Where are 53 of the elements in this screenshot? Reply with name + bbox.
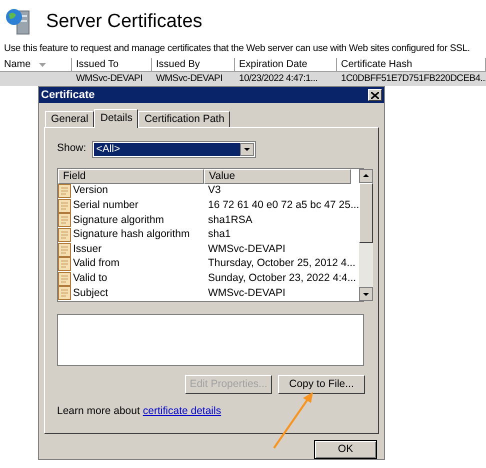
field-value: sha1 [207, 227, 231, 242]
field-value: Sunday, October 23, 2022 4:4... [207, 270, 356, 286]
certificate-field-icon [58, 228, 71, 242]
dialog-title: Certificate [41, 88, 95, 103]
field-value: V3 [207, 183, 221, 198]
annotation-arrow [272, 390, 316, 450]
scrollbar-thumb[interactable] [359, 183, 374, 243]
show-label: Show: [57, 141, 86, 156]
certificate-field-icon [58, 272, 71, 286]
field-name: Valid to [72, 270, 108, 286]
page-description: Use this feature to request and manage certificates that the Web server can use with Web sites configured for SSL. [3, 42, 470, 56]
field-name: Serial number [72, 198, 138, 214]
field-value: sha1RSA [207, 212, 252, 228]
ok-button[interactable]: OK [314, 440, 377, 459]
dialog-button[interactable]: Copy to File... [278, 375, 365, 394]
page-title: Server Certificates [46, 12, 202, 30]
field-value: Thursday, October 25, 2012 4... [207, 256, 356, 272]
tab[interactable]: General [45, 111, 94, 127]
column-header[interactable]: Expiration Date [235, 58, 337, 72]
close-button[interactable] [368, 89, 382, 101]
field-name: Issuer [72, 242, 102, 257]
field-name: Version [72, 183, 108, 198]
certificate-details-link[interactable]: certificate details [142, 404, 222, 420]
sort-arrow-icon [38, 62, 46, 66]
table-cell-text: 10/23/2022 4:47:1... [238, 72, 319, 86]
table-cell-text: WMSvc-DEVAPI [155, 72, 224, 86]
column-header[interactable]: Certificate Hash [337, 58, 486, 72]
show-dropdown[interactable]: <All> [92, 140, 256, 158]
table-cell-text: WMSvc-DEVAPI [75, 72, 144, 86]
certificate-field-icon [58, 286, 71, 300]
certificate-field-icon [58, 198, 71, 213]
field-name: Subject [72, 286, 108, 301]
column-header[interactable]: Issued By [152, 58, 235, 72]
column-header[interactable]: Name [0, 58, 72, 72]
column-header[interactable]: Field [58, 169, 204, 184]
tab[interactable]: Details [94, 109, 138, 128]
certificate-field-icon [58, 213, 71, 228]
column-header[interactable]: Value [204, 169, 351, 184]
value-text-box[interactable] [57, 314, 364, 366]
field-name: Signature hash algorithm [72, 227, 190, 242]
certificate-field-icon [58, 242, 71, 257]
tab[interactable]: Certification Path [138, 111, 230, 127]
certificate-field-icon [58, 257, 71, 272]
field-name: Valid from [72, 256, 120, 272]
field-value: WMSvc-DEVAPI [207, 242, 286, 257]
learn-more-text: Learn more about [57, 404, 140, 419]
field-value: WMSvc-DEVAPI [207, 286, 286, 301]
field-name: Signature algorithm [72, 212, 164, 228]
close-icon [371, 92, 379, 98]
column-header[interactable]: Issued To [72, 58, 152, 72]
field-value: 16 72 61 40 e0 72 a5 bc 47 25... [207, 198, 360, 214]
certificate-field-icon [58, 184, 71, 198]
scrollbar[interactable] [359, 169, 374, 301]
